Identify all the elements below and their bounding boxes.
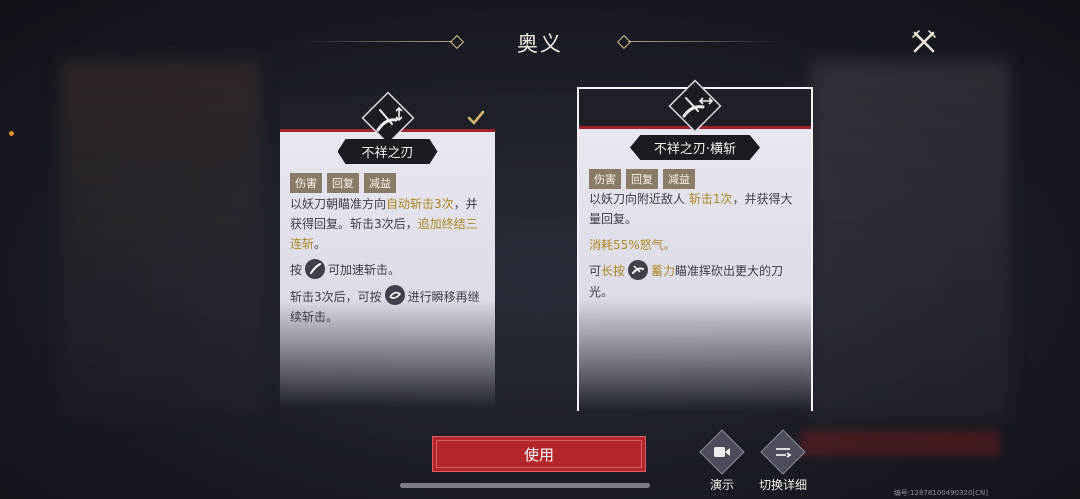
slash-icon [305,258,326,279]
desc-highlight: 消耗55%怒气 [589,238,664,252]
desc-text: 按 [290,263,303,277]
desc-text: 可 [589,264,602,278]
tag-heal: 回复 [327,173,359,193]
tag-damage: 伤害 [589,169,621,189]
switch-detail-label: 切换详细 [758,478,807,492]
tag-damage: 伤害 [290,173,322,193]
background-character-right [810,60,1010,420]
blade-horizontal-icon [668,79,722,133]
switch-detail-button[interactable]: 切换详细 [752,429,814,493]
use-button-label: 使用 [523,445,554,464]
switch-icon-frame [760,429,806,475]
skill-name: 不祥之刃 [337,139,438,164]
tag-debuff: 减益 [663,169,695,189]
switch-detail-icon [776,448,792,458]
desc-text: 。 [663,238,676,252]
skill-description: 以妖刀向附近敌人 斩击1次，并获得大量回复。 消耗55%怒气。 可长按 蓄力瞄准挥… [589,189,803,308]
desc-text: 可加速斩击。 [328,263,401,277]
background-red-bar [800,430,1000,456]
background-character-left [60,60,260,420]
tag-debuff: 减益 [364,173,396,193]
skill-card-left[interactable]: 不祥之刃 伤害 回复 减益 以妖刀朝瞄准方向自动斩击3次，并获得回复。斩击3次后… [280,91,495,408]
desc-text: 以妖刀朝瞄准方向 [290,197,387,211]
scrollbar[interactable] [400,483,650,488]
demo-icon-frame [699,429,745,475]
tag-list: 伤害 回复 减益 [290,173,396,193]
desc-text: 。 [314,237,327,251]
desc-highlight: 斩击1次 [688,192,733,206]
use-button[interactable]: 使用 [432,436,646,472]
close-icon [912,30,936,53]
demo-button[interactable]: 演示 [692,429,752,493]
close-button[interactable] [910,28,938,56]
title-deco-line-right [628,41,778,42]
skill-name: 不祥之刃·横斩 [629,135,761,160]
skill-description: 以妖刀朝瞄准方向自动斩击3次，并获得回复。斩击3次后，追加终结三连斩。 按可加速… [290,194,487,333]
checkmark-icon [467,110,485,125]
desc-highlight: 长按 [601,264,626,278]
skill-card-right[interactable]: 不祥之刃·横斩 伤害 回复 减益 以妖刀向附近敌人 斩击1次，并获得大量回复。 … [577,79,813,411]
desc-text: 以妖刀向附近敌人 [589,192,689,206]
dash-icon [384,285,405,305]
charge-icon [628,259,649,280]
tag-list: 伤害 回复 减益 [589,169,695,189]
tag-heal: 回复 [626,169,658,189]
video-icon [714,447,730,457]
desc-text: 斩击3次后，可按 [290,289,382,304]
side-indicator-dot [9,131,14,136]
desc-highlight: 自动斩击3次 [386,197,454,211]
desc-highlight: 蓄力 [651,264,676,278]
serial-number: 编号:12878100490320[CN] [893,489,988,497]
demo-label: 演示 [709,478,734,492]
